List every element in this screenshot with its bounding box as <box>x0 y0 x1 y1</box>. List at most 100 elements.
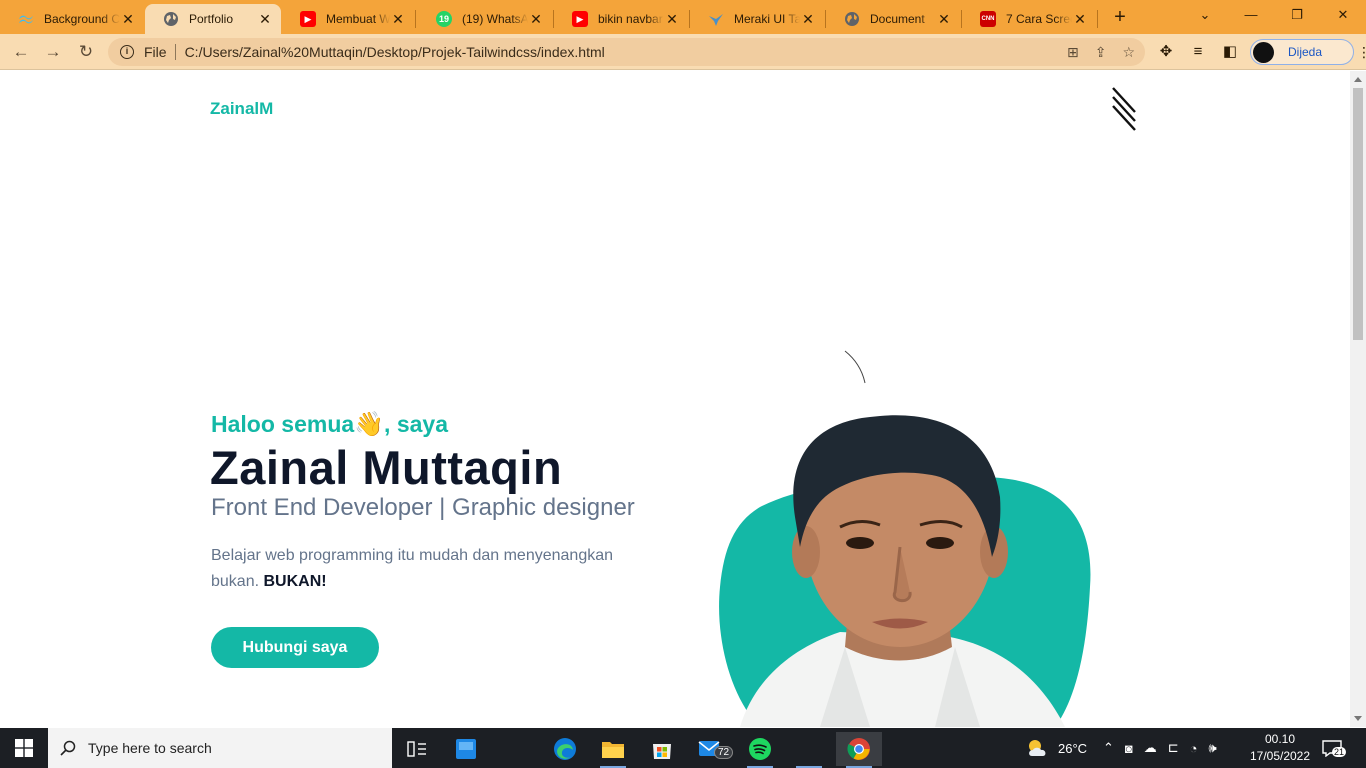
back-button[interactable]: ← <box>10 41 32 63</box>
youtube-icon: ▶ <box>300 11 316 27</box>
taskbar-clock[interactable]: 00.10 17/05/2022 <box>1244 731 1316 765</box>
tab-cara-screenshot[interactable]: CNN 7 Cara Screen ✕ <box>962 4 1096 34</box>
tab-title: 7 Cara Screen <box>1006 12 1072 26</box>
new-tab-button[interactable]: + <box>1108 6 1132 28</box>
tab-title: Membuat Web <box>326 12 390 26</box>
clock-time: 00.10 <box>1264 732 1296 746</box>
omnibox-actions: ⊞ ⇪ ☆ <box>1067 44 1135 61</box>
hamburger-menu-icon[interactable] <box>1108 85 1142 135</box>
meet-now-icon[interactable]: ◙ <box>1125 741 1133 756</box>
mail-icon[interactable]: 72 <box>688 732 734 766</box>
close-icon[interactable]: ✕ <box>800 11 816 28</box>
translate-icon[interactable]: ⊞ <box>1067 44 1079 61</box>
volume-icon[interactable]: 🕪 <box>1209 740 1217 756</box>
browser-toolbar: ← → ↻ i File C:/Users/Zainal%20Muttaqin/… <box>0 34 1366 70</box>
scroll-up-icon[interactable] <box>1354 77 1362 82</box>
close-icon[interactable]: ✕ <box>528 11 544 28</box>
tailwind-icon <box>18 11 34 27</box>
share-icon[interactable]: ⇪ <box>1095 44 1107 61</box>
notification-badge: 21 <box>1332 747 1347 757</box>
hero-role: Front End Developer | Graphic designer <box>211 494 635 521</box>
tray-chevron-up-icon[interactable]: ⌃ <box>1103 740 1114 756</box>
tab-title: bikin navbar c <box>598 12 664 26</box>
url-text[interactable]: C:/Users/Zainal%20Muttaqin/Desktop/Proje… <box>185 44 605 60</box>
close-icon[interactable]: ✕ <box>257 11 273 28</box>
close-icon[interactable]: ✕ <box>936 11 952 28</box>
taskbar-app-hidden[interactable] <box>786 732 832 768</box>
mail-badge: 72 <box>714 746 734 759</box>
tab-title: Background C <box>44 12 120 26</box>
task-view-icon[interactable] <box>394 732 440 766</box>
address-bar[interactable]: i File C:/Users/Zainal%20Muttaqin/Deskto… <box>108 38 1145 66</box>
notification-center-icon[interactable]: 21 <box>1322 728 1347 768</box>
youtube-icon: ▶ <box>572 11 588 27</box>
close-icon[interactable]: ✕ <box>1072 11 1088 28</box>
system-tray: ⌃ ◙ ☁ ⊏ ◔ 🕪 <box>1103 728 1217 768</box>
windows-logo-icon <box>15 739 33 757</box>
tab-search-chevron-icon[interactable]: ⌄ <box>1182 4 1228 26</box>
tab-title: Portfolio <box>189 12 234 26</box>
tab-title: (19) WhatsApp <box>462 12 528 26</box>
scroll-down-icon[interactable] <box>1354 716 1362 721</box>
contact-button[interactable]: Hubungi saya <box>211 627 379 668</box>
taskbar-search[interactable]: Type here to search <box>48 728 392 768</box>
spotify-icon[interactable] <box>737 732 783 768</box>
tab-whatsapp[interactable]: 19 (19) WhatsApp ✕ <box>418 4 552 34</box>
weather-temp: 26°C <box>1058 740 1088 756</box>
greeting-prefix: Haloo semua <box>211 411 355 437</box>
close-icon[interactable]: ✕ <box>664 11 680 28</box>
profile-button[interactable]: Dijeda ⋮ <box>1250 39 1366 65</box>
page-viewport: ZainalM Haloo semua👋, saya Zainal Muttaq… <box>0 71 1350 727</box>
wifi-icon[interactable]: ◔ <box>1190 741 1198 756</box>
meraki-icon <box>708 11 724 27</box>
media-playlist-icon[interactable]: ≡ <box>1189 43 1207 61</box>
menu-kebab-icon[interactable]: ⋮ <box>1357 44 1366 61</box>
windows-start-button[interactable] <box>0 728 48 768</box>
microsoft-store-icon[interactable] <box>639 732 685 766</box>
extensions-puzzle-icon[interactable]: ✥ <box>1157 43 1175 61</box>
hero-description: Belajar web programming itu mudah dan me… <box>211 543 641 595</box>
brand-logo[interactable]: ZainalM <box>210 99 273 119</box>
chrome-icon[interactable] <box>836 732 882 768</box>
maximize-button[interactable]: ❐ <box>1274 4 1320 26</box>
tab-divider <box>1097 10 1098 28</box>
greeting-suffix: , saya <box>384 411 448 437</box>
widgets-icon[interactable] <box>443 732 489 766</box>
hero-portrait <box>719 350 1091 727</box>
omnibox-divider <box>174 44 176 60</box>
bookmark-star-icon[interactable]: ☆ <box>1122 44 1135 61</box>
weather-widget[interactable]: 26°C <box>1026 728 1087 768</box>
tab-title: Meraki UI Tai <box>734 12 800 26</box>
tab-portfolio[interactable]: Portfolio ✕ <box>145 4 281 34</box>
edge-browser-icon[interactable] <box>542 732 588 766</box>
battery-plug-icon[interactable]: ⊏ <box>1168 740 1179 756</box>
tab-background[interactable]: Background C ✕ <box>0 4 144 34</box>
scroll-thumb[interactable] <box>1353 88 1363 340</box>
whatsapp-icon: 19 <box>436 11 452 27</box>
tab-meraki-ui[interactable]: Meraki UI Tai ✕ <box>690 4 824 34</box>
profile-status: Dijeda <box>1288 45 1323 59</box>
tab-document[interactable]: Document ✕ <box>826 4 960 34</box>
search-placeholder: Type here to search <box>88 740 212 756</box>
side-panel-icon[interactable]: ◧ <box>1221 43 1239 61</box>
page-scrollbar[interactable] <box>1350 71 1366 727</box>
reload-button[interactable]: ↻ <box>75 41 97 63</box>
globe-icon <box>163 11 179 27</box>
scheme-label: File <box>144 44 167 60</box>
onedrive-cloud-icon[interactable]: ☁ <box>1144 740 1157 756</box>
close-icon[interactable]: ✕ <box>390 11 406 28</box>
tab-title: Document <box>870 12 925 26</box>
tab-bikin-navbar[interactable]: ▶ bikin navbar c ✕ <box>554 4 688 34</box>
description-emphasis: BUKAN! <box>263 573 327 590</box>
close-icon[interactable]: ✕ <box>120 11 136 28</box>
minimize-button[interactable]: — <box>1228 4 1274 26</box>
close-window-button[interactable]: ✕ <box>1320 4 1366 26</box>
search-icon <box>60 740 76 756</box>
info-icon[interactable]: i <box>120 45 134 59</box>
tab-membuat-web[interactable]: ▶ Membuat Web ✕ <box>282 4 414 34</box>
tab-divider <box>415 10 416 28</box>
file-explorer-icon[interactable] <box>590 732 636 768</box>
hero-name: Zainal Muttaqin <box>210 441 563 494</box>
forward-button[interactable]: → <box>42 41 64 63</box>
waving-hand-icon: 👋 <box>354 411 385 438</box>
